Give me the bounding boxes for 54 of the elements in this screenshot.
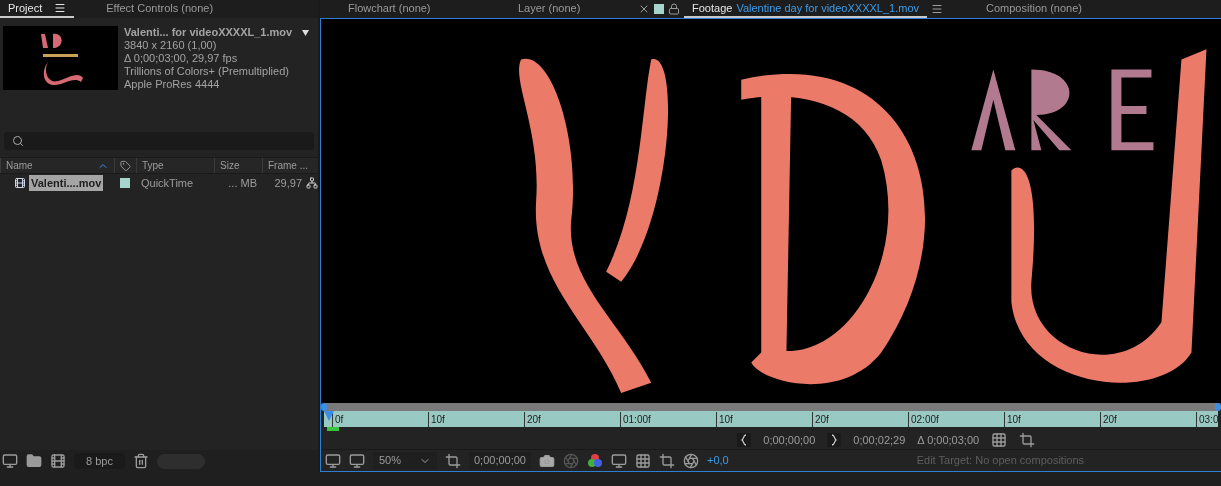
panel-tab[interactable]: Effect Controls (none)	[98, 0, 222, 18]
ruler-label: 01:00f	[620, 412, 716, 427]
duration-time: Δ 0;00;03;00	[917, 432, 980, 448]
trash-icon[interactable]	[132, 453, 149, 469]
type-cell-text: QuickTime	[140, 175, 195, 191]
exposure-value[interactable]: +0,0	[707, 452, 729, 469]
ruler-label: 02:00f	[908, 412, 1004, 427]
timecode-field[interactable]: 0;00;00;00	[469, 452, 531, 469]
folder-icon[interactable]	[26, 453, 42, 469]
dropdown-arrow-icon[interactable]	[302, 30, 309, 36]
transparency-grid-icon[interactable]	[635, 452, 651, 469]
close-icon[interactable]	[638, 3, 650, 15]
zoom-dropdown[interactable]: 50%	[373, 452, 437, 469]
column-header[interactable]: Name	[6, 158, 33, 173]
column-header[interactable]: Size	[220, 158, 240, 173]
playhead-icon[interactable]	[324, 411, 334, 421]
menu-icon[interactable]	[54, 2, 67, 14]
label-icon	[120, 159, 131, 172]
footage-detail: Apple ProRes 4444	[124, 78, 221, 91]
menu-icon[interactable]	[931, 3, 943, 15]
bit-depth-button[interactable]: 8 bpc	[74, 453, 125, 469]
ruler-label: 10f	[716, 412, 812, 427]
ruler-label: 10f	[1004, 412, 1100, 427]
panel-tab[interactable]: Flowchart (none)	[340, 0, 439, 18]
footage-detail: Trillions of Colors+ (Premultiplied)	[124, 65, 290, 78]
ruler-label: 20f	[524, 412, 620, 427]
footage-icon	[14, 177, 26, 189]
panel-tab[interactable]: Project	[0, 0, 75, 18]
out-point-time: 0;00;02;29	[853, 432, 906, 448]
label-swatch[interactable]	[120, 178, 130, 188]
search-icon	[12, 135, 24, 147]
ruler-label: 03:0	[1196, 412, 1219, 427]
column-header[interactable]: Frame ...	[268, 158, 308, 173]
footage-name: Valenti... for videoXXXXL_1.mov	[124, 26, 293, 39]
ruler-label: 10f	[428, 412, 524, 427]
panel-tab[interactable]: Composition (none)	[978, 0, 1090, 18]
lock-icon[interactable]	[668, 3, 680, 15]
frame-rate-cell-text: 29,97	[273, 175, 302, 191]
ruler-label: 20f	[812, 412, 908, 427]
size-cell-text: ... MB	[227, 175, 258, 191]
color-channels-icon[interactable]	[587, 452, 603, 469]
panel-tab[interactable]: Layer (none)	[510, 0, 589, 18]
item-name[interactable]: Valenti....mov	[29, 174, 104, 192]
footage-detail: 3840 x 2160 (1,00)	[124, 39, 218, 52]
footage-detail: Δ 0;00;03;00, 29,97 fps	[124, 52, 239, 65]
color-swatch	[654, 4, 664, 14]
flowchart-icon[interactable]	[306, 177, 318, 189]
in-point-time: 0;00;00;00	[763, 432, 816, 448]
column-header[interactable]: Type	[142, 158, 164, 173]
camera-icon[interactable]	[539, 452, 555, 469]
exposure-icon[interactable]	[683, 452, 699, 469]
time-ruler[interactable]: 0f 10f 20f 01:00f 10f 20f 02:00f 10f 20f 03:0	[324, 411, 1219, 427]
search-field[interactable]	[4, 132, 314, 150]
ruler-label: 20f	[1100, 412, 1196, 427]
